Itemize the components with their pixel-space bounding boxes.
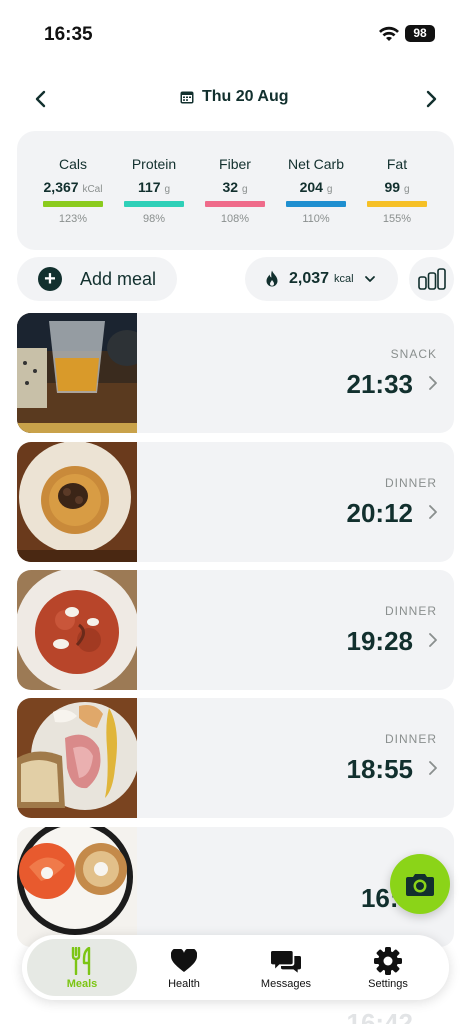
chevron-right-icon — [426, 90, 437, 108]
tab-meals[interactable]: Meals — [27, 939, 137, 996]
macro-name: Net Carb — [287, 156, 345, 172]
macro-progress-bar — [205, 201, 265, 207]
meal-photo — [17, 442, 137, 562]
macro-protein: Protein 117 g 98% — [123, 156, 185, 225]
meal-card[interactable]: DINNER 19:28 — [17, 570, 454, 690]
meal-type: DINNER — [384, 604, 437, 618]
macro-name: Cals — [58, 156, 87, 172]
battery-indicator: 98 — [405, 25, 435, 42]
macro-name: Protein — [131, 156, 177, 172]
chevron-right-icon — [429, 376, 437, 390]
meal-card[interactable]: S 16:4 — [17, 827, 454, 947]
date-navigation: Thu 20 Aug — [0, 84, 471, 114]
macro-fat: Fat 99 g 155% — [366, 156, 428, 225]
meal-photo — [17, 827, 137, 947]
macro-number: 2,367 — [43, 179, 79, 195]
macro-name: Fiber — [219, 156, 251, 172]
calorie-target-dropdown[interactable]: 2,037 kcal — [245, 257, 398, 301]
macro-unit: g — [403, 184, 410, 195]
macro-number: 117 — [137, 179, 161, 195]
bar-chart-icon — [417, 268, 446, 290]
flame-icon — [266, 270, 278, 287]
meal-type: DINNER — [384, 732, 437, 746]
previous-day-button[interactable] — [25, 84, 55, 114]
macro-value: 204 g — [285, 179, 347, 195]
meal-time: 20:12 — [346, 498, 414, 528]
current-date: Thu 20 Aug — [202, 88, 289, 105]
macro-progress-bar — [124, 201, 184, 207]
macro-progress-bar — [286, 201, 346, 207]
camera-button[interactable] — [390, 854, 450, 914]
tab-label: Health — [168, 978, 200, 990]
wifi-icon — [379, 26, 399, 41]
macro-percent: 108% — [220, 213, 250, 225]
meal-photo — [17, 313, 137, 433]
plus-icon: + — [38, 267, 62, 291]
heart-icon — [169, 947, 199, 975]
macro-value: 99 g — [366, 179, 428, 195]
meal-time: 18:55 — [346, 754, 414, 784]
gear-icon — [373, 947, 403, 975]
meal-photo — [17, 698, 137, 818]
next-day-button[interactable] — [417, 84, 447, 114]
add-meal-button[interactable]: + Add meal — [17, 257, 177, 301]
macro-unit: kCal — [82, 184, 103, 195]
tab-settings[interactable]: Settings — [333, 939, 443, 996]
macro-summary-card[interactable]: Cals 2,367 kCal 123% Protein 117 g 98% F… — [17, 131, 454, 250]
tab-label: Meals — [66, 978, 98, 990]
macro-progress-bar — [43, 201, 103, 207]
macro-fiber: Fiber 32 g 108% — [204, 156, 266, 225]
tab-health[interactable]: Health — [129, 939, 239, 996]
chevron-down-icon — [364, 276, 375, 282]
macro-percent: 155% — [382, 213, 412, 225]
macro-number: 204 — [299, 179, 323, 195]
meal-card[interactable]: SNACK 21:33 — [17, 313, 454, 433]
macro-percent: 98% — [142, 213, 166, 225]
meal-card[interactable]: DINNER 20:12 — [17, 442, 454, 562]
macro-number: 32 — [222, 179, 239, 195]
tab-messages[interactable]: Messages — [231, 939, 341, 996]
meal-card[interactable]: DINNER 18:55 — [17, 698, 454, 818]
meal-type: SNACK — [390, 347, 437, 361]
macro-unit: g — [241, 184, 248, 195]
calorie-target-value: 2,037 — [289, 270, 330, 287]
calendar-icon — [180, 91, 194, 104]
macro-percent: 110% — [302, 213, 330, 225]
macro-percent: 123% — [58, 213, 88, 225]
tab-label: Settings — [368, 978, 408, 990]
date-selector[interactable]: Thu 20 Aug — [180, 88, 289, 106]
macro-progress-bar — [367, 201, 427, 207]
macro-cals: Cals 2,367 kCal 123% — [42, 156, 104, 225]
meal-time: 19:28 — [346, 626, 414, 656]
chevron-left-icon — [35, 90, 46, 108]
chevron-right-icon — [429, 633, 437, 647]
status-time: 16:35 — [44, 24, 93, 45]
fork-knife-icon — [67, 947, 97, 975]
status-bar: 16:35 98 — [0, 0, 471, 70]
chevron-right-icon — [429, 505, 437, 519]
meal-type: DINNER — [384, 476, 437, 490]
add-meal-label: Add meal — [80, 268, 157, 289]
meal-photo — [17, 570, 137, 690]
macro-unit: g — [326, 184, 333, 195]
partially-hidden-meal-time: 16:42 — [346, 1008, 414, 1024]
chat-bubbles-icon — [271, 947, 301, 975]
macro-value: 2,367 kCal — [42, 179, 104, 195]
macro-net-carb: Net Carb 204 g 110% — [285, 156, 347, 225]
calorie-target-unit: kcal — [334, 273, 354, 285]
macro-name: Fat — [386, 156, 408, 172]
macro-value: 117 g — [123, 179, 185, 195]
macro-number: 99 — [384, 179, 401, 195]
bottom-navigation: Meals Health Messages Settings — [22, 935, 449, 1000]
stats-button[interactable] — [409, 257, 454, 301]
macro-unit: g — [164, 184, 171, 195]
chevron-right-icon — [429, 761, 437, 775]
meal-time: 21:33 — [346, 369, 414, 399]
tab-label: Messages — [260, 978, 312, 990]
macro-value: 32 g — [204, 179, 266, 195]
camera-icon — [406, 874, 434, 896]
